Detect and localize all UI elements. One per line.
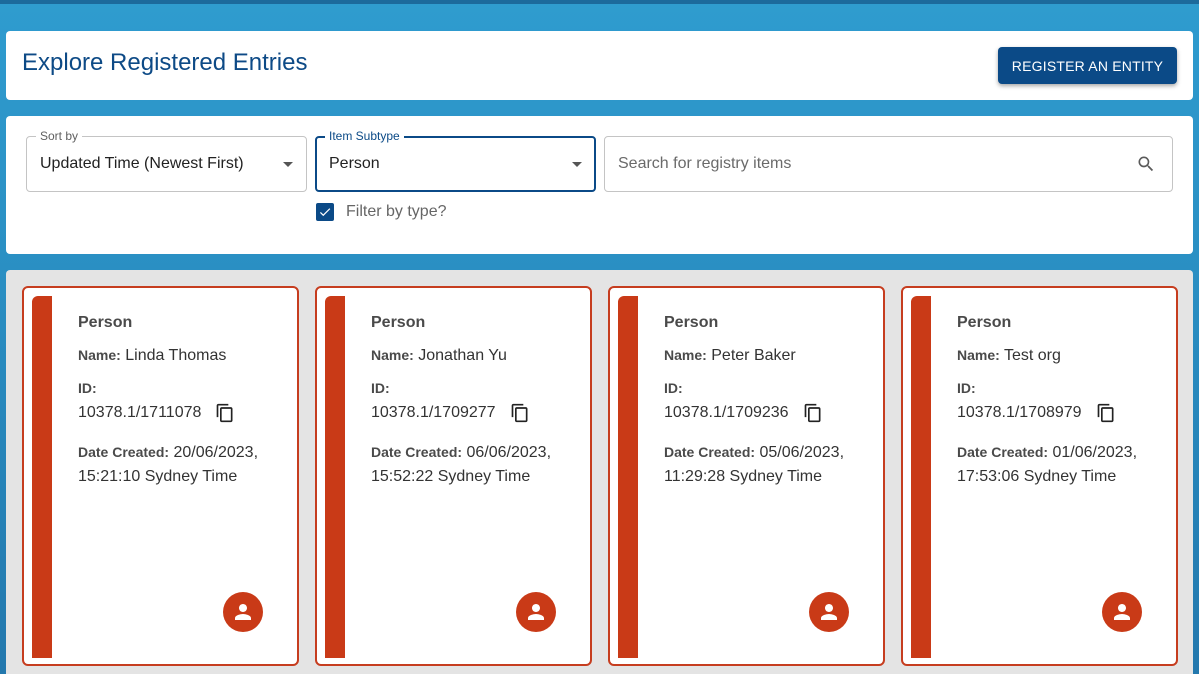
entry-name-line: Name: Test org: [957, 346, 1172, 365]
entry-date: 01/06/2023,: [1052, 444, 1138, 461]
results-panel: Person Name: Linda Thomas ID: 10378.1/17…: [6, 270, 1193, 674]
page-title: Explore Registered Entries: [22, 49, 308, 76]
sort-by-value: Updated Time (Newest First): [40, 155, 244, 172]
entry-name: Linda Thomas: [125, 347, 227, 364]
check-icon: [319, 208, 331, 217]
entry-card[interactable]: Person Name: Test org ID: 10378.1/170897…: [901, 286, 1178, 666]
entry-time: 17:53:06 Sydney Time: [957, 468, 1117, 485]
entry-id: 10378.1/1709277: [371, 404, 496, 421]
search-field: [604, 136, 1173, 192]
entry-id-line: ID:: [957, 379, 1172, 398]
copy-icon[interactable]: [215, 402, 235, 424]
entry-date-block: Date Created: 01/06/2023, 17:53:06 Sydne…: [957, 440, 1172, 489]
entry-name: Test org: [1003, 347, 1061, 364]
entry-time: 11:29:28 Sydney Time: [664, 468, 823, 485]
entry-time: 15:52:22 Sydney Time: [371, 468, 531, 485]
entry-time: 15:21:10 Sydney Time: [78, 468, 238, 485]
date-created-label: Date Created:: [371, 444, 463, 460]
name-label: Name:: [957, 347, 1000, 363]
entry-date-block: Date Created: 20/06/2023, 15:21:10 Sydne…: [78, 440, 293, 489]
entry-color-stripe: [325, 296, 345, 658]
entry-card[interactable]: Person Name: Linda Thomas ID: 10378.1/17…: [22, 286, 299, 666]
entry-name-line: Name: Peter Baker: [664, 346, 879, 365]
top-app-bar-edge: [0, 0, 1199, 4]
entry-id-line: ID:: [371, 379, 586, 398]
copy-icon[interactable]: [510, 402, 530, 424]
entry-id: 10378.1/1711078: [78, 404, 202, 421]
person-icon: [1102, 592, 1142, 632]
item-subtype-value: Person: [329, 155, 380, 172]
entry-type: Person: [957, 314, 1012, 331]
entry-color-stripe: [32, 296, 52, 658]
entry-card[interactable]: Person Name: Peter Baker ID: 10378.1/170…: [608, 286, 885, 666]
entry-type: Person: [78, 314, 133, 331]
entry-id-line: ID:: [664, 379, 879, 398]
date-created-label: Date Created:: [957, 444, 1049, 460]
entry-id-line: ID:: [78, 379, 293, 398]
copy-icon[interactable]: [1096, 402, 1116, 424]
item-subtype-label: Item Subtype: [325, 129, 404, 143]
entry-date: 05/06/2023,: [759, 444, 845, 461]
item-subtype-select[interactable]: Item Subtype Person: [315, 129, 596, 192]
dropdown-arrow-icon: [572, 162, 582, 167]
sort-by-select[interactable]: Sort by Updated Time (Newest First): [26, 129, 307, 192]
register-entity-button[interactable]: REGISTER AN ENTITY: [998, 47, 1177, 84]
filter-by-type-row[interactable]: Filter by type?: [316, 203, 446, 221]
name-label: Name:: [78, 347, 121, 363]
header-card: Explore Registered Entries REGISTER AN E…: [6, 31, 1193, 100]
date-created-label: Date Created:: [78, 444, 170, 460]
entry-name-line: Name: Jonathan Yu: [371, 346, 586, 365]
id-label: ID:: [78, 380, 97, 396]
entry-name-line: Name: Linda Thomas: [78, 346, 293, 365]
entry-date-block: Date Created: 06/06/2023, 15:52:22 Sydne…: [371, 440, 586, 489]
entry-type: Person: [664, 314, 719, 331]
search-icon[interactable]: [1136, 154, 1156, 174]
sort-by-label: Sort by: [36, 129, 83, 143]
entry-color-stripe: [618, 296, 638, 658]
entry-card[interactable]: Person Name: Jonathan Yu ID: 10378.1/170…: [315, 286, 592, 666]
entry-date: 06/06/2023,: [466, 444, 552, 461]
entry-name: Peter Baker: [711, 347, 796, 364]
entry-id: 10378.1/1708979: [957, 404, 1082, 421]
entry-date: 20/06/2023,: [173, 444, 259, 461]
date-created-label: Date Created:: [664, 444, 756, 460]
entry-color-stripe: [911, 296, 931, 658]
entry-id: 10378.1/1709236: [664, 404, 789, 421]
person-icon: [809, 592, 849, 632]
person-icon: [223, 592, 263, 632]
copy-icon[interactable]: [803, 402, 823, 424]
filter-card: Sort by Updated Time (Newest First) Item…: [6, 116, 1193, 254]
entry-type: Person: [371, 314, 426, 331]
id-label: ID:: [371, 380, 390, 396]
filter-by-type-label: Filter by type?: [346, 203, 447, 220]
person-icon: [516, 592, 556, 632]
entry-name: Jonathan Yu: [418, 347, 507, 364]
filter-by-type-checkbox[interactable]: [316, 203, 334, 221]
search-input[interactable]: [606, 138, 1106, 190]
name-label: Name:: [371, 347, 414, 363]
dropdown-arrow-icon: [283, 162, 293, 167]
entry-date-block: Date Created: 05/06/2023, 11:29:28 Sydne…: [664, 440, 879, 489]
name-label: Name:: [664, 347, 707, 363]
id-label: ID:: [957, 380, 976, 396]
id-label: ID:: [664, 380, 683, 396]
